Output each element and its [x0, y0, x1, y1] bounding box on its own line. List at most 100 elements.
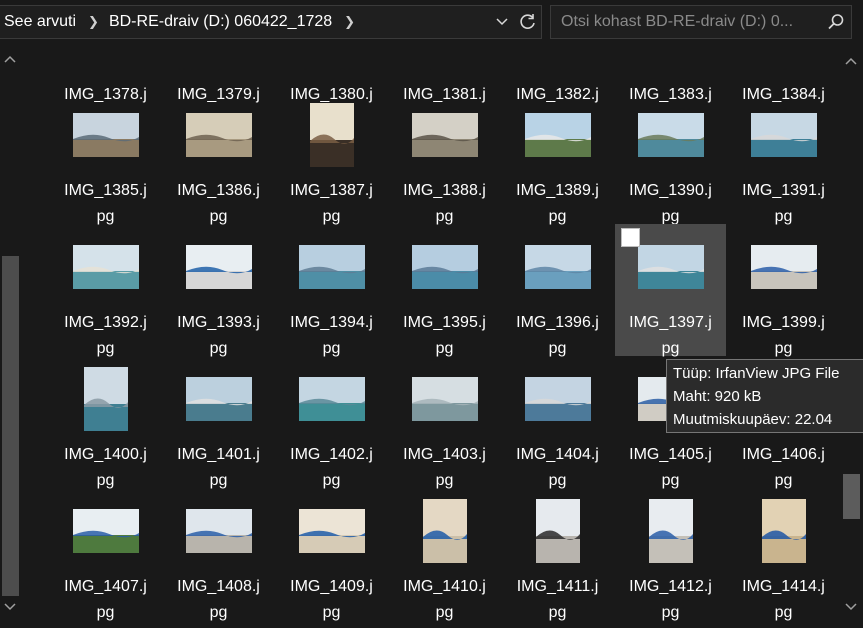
breadcrumb-separator-icon[interactable]: ❯	[88, 14, 99, 30]
file-tile[interactable]: IMG_1388.j pg	[389, 96, 500, 225]
file-tile[interactable]: IMG_1390.j pg	[615, 96, 726, 225]
file-tile[interactable]: IMG_1407.j pg	[50, 492, 161, 621]
file-name[interactable]: IMG_1411.j pg	[502, 574, 613, 626]
file-name[interactable]: IMG_1386.j pg	[163, 178, 274, 230]
thumbnail-area[interactable]	[276, 44, 387, 78]
file-tile[interactable]: IMG_1414.j pg	[728, 492, 839, 621]
thumbnail-area[interactable]	[728, 96, 839, 174]
thumbnail-area[interactable]	[615, 492, 726, 570]
file-name[interactable]: IMG_1409.j pg	[276, 574, 387, 626]
file-tile[interactable]: IMG_1401.j pg	[163, 360, 274, 489]
photo-thumbnail[interactable]	[72, 113, 139, 157]
file-tile[interactable]: IMG_1393.j pg	[163, 228, 274, 357]
file-name[interactable]: IMG_1404.j pg	[502, 442, 613, 494]
address-history-dropdown-icon[interactable]	[489, 6, 515, 38]
file-name[interactable]: IMG_1388.j pg	[389, 178, 500, 230]
file-name[interactable]: IMG_1395.j pg	[389, 310, 500, 362]
search-box[interactable]: Otsi kohast BD-RE-draiv (D:) 0...	[550, 5, 852, 39]
photo-thumbnail[interactable]	[637, 245, 704, 289]
file-name[interactable]: IMG_1403.j pg	[389, 442, 500, 494]
photo-thumbnail[interactable]	[411, 113, 478, 157]
thumbnail-area[interactable]	[276, 96, 387, 174]
file-name[interactable]: IMG_1402.j pg	[276, 442, 387, 494]
photo-thumbnail[interactable]	[422, 499, 467, 563]
thumbnail-area[interactable]	[389, 44, 500, 78]
scrollbar-thumb[interactable]	[843, 474, 860, 519]
file-tile[interactable]: IMG_1387.j pg	[276, 96, 387, 225]
thumbnail-area[interactable]	[163, 228, 274, 306]
thumbnail-area[interactable]	[615, 44, 726, 78]
file-tile[interactable]: IMG_1408.j pg	[163, 492, 274, 621]
thumbnail-area[interactable]	[163, 96, 274, 174]
file-tile[interactable]: IMG_1394.j pg	[276, 228, 387, 357]
photo-thumbnail[interactable]	[83, 367, 128, 431]
thumbnail-area[interactable]	[389, 360, 500, 438]
breadcrumb-this-pc[interactable]: See arvuti	[4, 13, 76, 31]
thumbnail-area[interactable]	[389, 228, 500, 306]
thumbnail-area[interactable]	[728, 228, 839, 306]
photo-thumbnail[interactable]	[309, 103, 354, 167]
address-bar[interactable]: See arvuti ❯ BD-RE-draiv (D:) 060422_172…	[0, 5, 542, 39]
file-name[interactable]: IMG_1391.j pg	[728, 178, 839, 230]
photo-thumbnail[interactable]	[524, 377, 591, 421]
photo-thumbnail[interactable]	[298, 377, 365, 421]
thumbnail-area[interactable]	[502, 492, 613, 570]
thumbnail-area[interactable]	[502, 44, 613, 78]
file-tile[interactable]: IMG_1385.j pg	[50, 96, 161, 225]
photo-thumbnail[interactable]	[185, 113, 252, 157]
photo-thumbnail[interactable]	[524, 113, 591, 157]
file-name[interactable]: IMG_1406.j pg	[728, 442, 839, 494]
file-name[interactable]: IMG_1401.j pg	[163, 442, 274, 494]
thumbnail-area[interactable]	[728, 492, 839, 570]
nav-scrollbar-thumb[interactable]	[2, 256, 19, 596]
breadcrumb-separator-icon[interactable]: ❯	[344, 14, 355, 30]
file-name[interactable]: IMG_1389.j pg	[502, 178, 613, 230]
thumbnail-area[interactable]	[276, 360, 387, 438]
thumbnail-area[interactable]	[389, 492, 500, 570]
file-name[interactable]: IMG_1407.j pg	[50, 574, 161, 626]
file-tile[interactable]: IMG_1403.j pg	[389, 360, 500, 489]
photo-thumbnail[interactable]	[761, 499, 806, 563]
photo-thumbnail[interactable]	[648, 499, 693, 563]
photo-thumbnail[interactable]	[185, 509, 252, 553]
vertical-scrollbar[interactable]	[840, 44, 863, 628]
photo-thumbnail[interactable]	[72, 245, 139, 289]
thumbnail-area[interactable]	[615, 96, 726, 174]
file-name[interactable]: IMG_1387.j pg	[276, 178, 387, 230]
photo-thumbnail[interactable]	[637, 113, 704, 157]
breadcrumb-drive[interactable]: BD-RE-draiv (D:) 060422_1728	[109, 13, 332, 31]
file-name[interactable]: IMG_1400.j pg	[50, 442, 161, 494]
file-name[interactable]: IMG_1405.j pg	[615, 442, 726, 494]
photo-thumbnail[interactable]	[185, 377, 252, 421]
thumbnail-area[interactable]	[50, 492, 161, 570]
thumbnail-area[interactable]	[50, 96, 161, 174]
photo-thumbnail[interactable]	[750, 245, 817, 289]
thumbnail-area[interactable]	[502, 228, 613, 306]
nav-scroll-down-icon[interactable]	[4, 602, 16, 614]
thumbnail-area[interactable]	[50, 228, 161, 306]
file-name[interactable]: IMG_1399.j pg	[728, 310, 839, 362]
file-tile[interactable]: IMG_1400.j pg	[50, 360, 161, 489]
thumbnail-area[interactable]	[163, 360, 274, 438]
file-name[interactable]: IMG_1410.j pg	[389, 574, 500, 626]
thumbnail-area[interactable]	[502, 96, 613, 174]
file-name[interactable]: IMG_1396.j pg	[502, 310, 613, 362]
file-name[interactable]: IMG_1394.j pg	[276, 310, 387, 362]
scroll-up-icon[interactable]	[845, 56, 857, 68]
thumbnail-area[interactable]	[276, 228, 387, 306]
photo-thumbnail[interactable]	[524, 245, 591, 289]
file-name[interactable]: IMG_1412.j pg	[615, 574, 726, 626]
file-tile[interactable]: IMG_1399.j pg	[728, 228, 839, 357]
thumbnail-area[interactable]	[163, 44, 274, 78]
photo-thumbnail[interactable]	[411, 377, 478, 421]
file-name[interactable]: IMG_1397.j pg	[615, 310, 726, 362]
select-checkbox[interactable]	[621, 228, 640, 247]
thumbnail-area[interactable]	[728, 44, 839, 78]
file-tile[interactable]: IMG_1391.j pg	[728, 96, 839, 225]
photo-thumbnail[interactable]	[535, 499, 580, 563]
thumbnail-area[interactable]	[50, 360, 161, 438]
refresh-button[interactable]	[515, 6, 541, 38]
file-tile[interactable]: IMG_1404.j pg	[502, 360, 613, 489]
search-input[interactable]: Otsi kohast BD-RE-draiv (D:) 0...	[561, 13, 821, 31]
photo-thumbnail[interactable]	[750, 113, 817, 157]
